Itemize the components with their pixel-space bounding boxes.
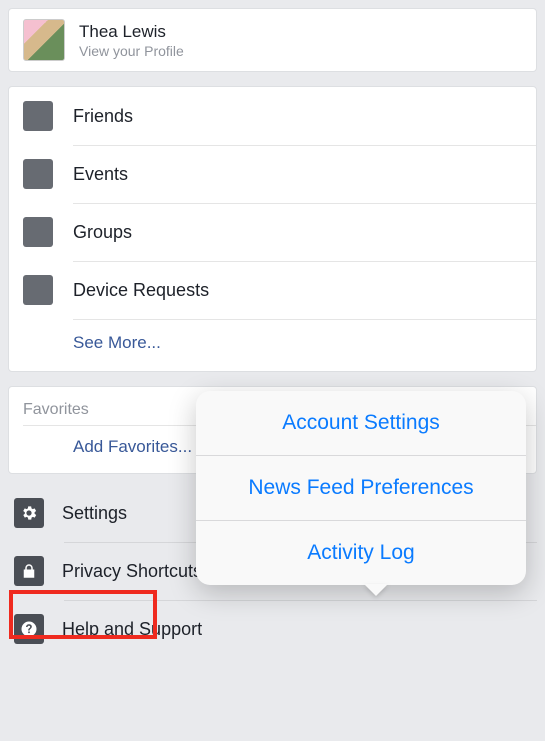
see-more-link[interactable]: See More... xyxy=(9,319,536,371)
popover-activity-log[interactable]: Activity Log xyxy=(196,520,526,585)
popover-item-label: News Feed Preferences xyxy=(248,476,473,499)
nav-label: Groups xyxy=(73,222,132,243)
nav-label: Device Requests xyxy=(73,280,209,301)
placeholder-icon xyxy=(23,275,53,305)
help-label: Help and Support xyxy=(62,619,202,640)
nav-label: Friends xyxy=(73,106,133,127)
popover-tail xyxy=(364,584,388,596)
profile-text: Thea Lewis View your Profile xyxy=(79,22,184,59)
nav-item-device-requests[interactable]: Device Requests xyxy=(9,261,536,319)
avatar[interactable] xyxy=(23,19,65,61)
settings-popover: Account Settings News Feed Preferences A… xyxy=(196,391,526,585)
nav-item-events[interactable]: Events xyxy=(9,145,536,203)
nav-label: Events xyxy=(73,164,128,185)
profile-card[interactable]: Thea Lewis View your Profile xyxy=(8,8,537,72)
help-support-row[interactable]: Help and Support xyxy=(8,600,537,658)
help-icon xyxy=(14,614,44,644)
settings-label: Settings xyxy=(62,503,127,524)
placeholder-icon xyxy=(23,101,53,131)
nav-card: Friends Events Groups Device Requests Se… xyxy=(8,86,537,372)
popover-account-settings[interactable]: Account Settings xyxy=(196,391,526,455)
popover-item-label: Activity Log xyxy=(307,541,414,564)
placeholder-icon xyxy=(23,159,53,189)
popover-item-label: Account Settings xyxy=(282,411,440,434)
popover-news-feed-preferences[interactable]: News Feed Preferences xyxy=(196,455,526,520)
lock-icon xyxy=(14,556,44,586)
profile-name: Thea Lewis xyxy=(79,22,184,42)
placeholder-icon xyxy=(23,217,53,247)
nav-item-groups[interactable]: Groups xyxy=(9,203,536,261)
profile-subtitle: View your Profile xyxy=(79,43,184,59)
privacy-label: Privacy Shortcuts xyxy=(62,561,202,582)
nav-item-friends[interactable]: Friends xyxy=(9,87,536,145)
gear-icon xyxy=(14,498,44,528)
profile-row[interactable]: Thea Lewis View your Profile xyxy=(9,9,536,71)
